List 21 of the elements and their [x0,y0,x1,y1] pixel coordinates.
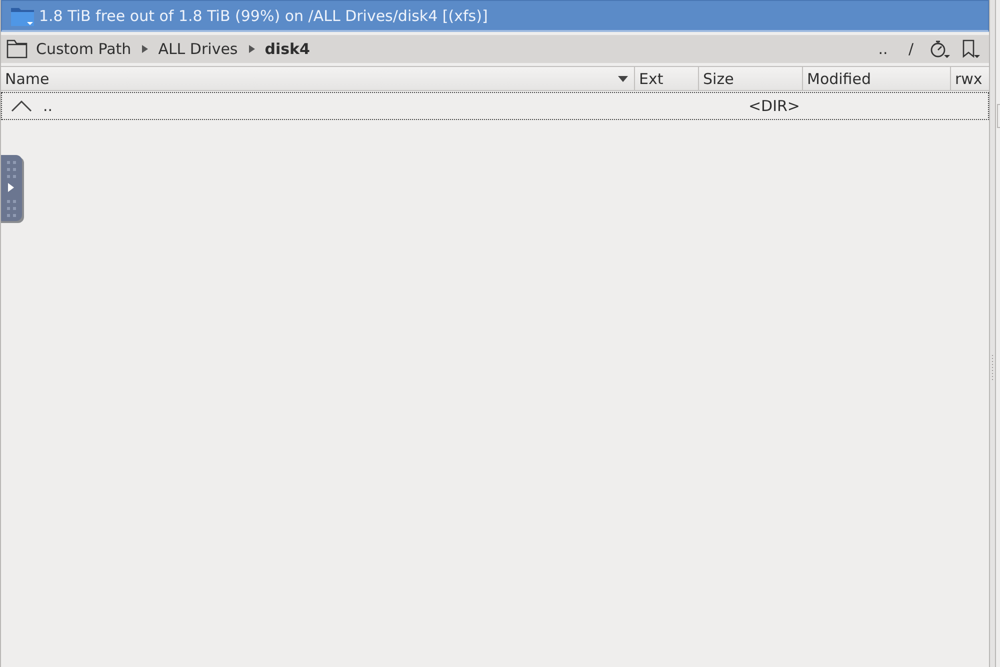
clock-icon [929,39,951,59]
breadcrumb-link[interactable]: Custom Path [34,40,134,58]
column-header[interactable]: Modified [803,67,951,90]
file-row[interactable]: .. <DIR> [1,92,989,120]
arrow-icon [248,45,255,53]
folder-icon [11,6,34,26]
arrow-icon [142,45,148,53]
file-size: <DIR> [748,97,800,115]
root-folder-button[interactable]: / [897,37,925,61]
breadcrumb-link[interactable]: ALL Drives [156,40,240,58]
panel-handle[interactable] [1,155,24,223]
parent-folder-button[interactable]: .. [869,37,897,61]
chevron-up-icon [11,100,32,112]
disk-info-text: 1.8 TiB free out of 1.8 TiB (99%) on /ALL Drives/disk4 [(xfs)] [39,6,488,24]
file-name: .. [43,97,53,115]
column-header[interactable]: Ext [635,67,699,90]
column-header[interactable]: rwx [951,67,989,90]
column-header[interactable]: Name [1,67,635,90]
column-header[interactable]: Size [699,67,803,90]
breadcrumb-link[interactable]: disk4 [262,40,312,58]
folder-icon [6,39,28,59]
